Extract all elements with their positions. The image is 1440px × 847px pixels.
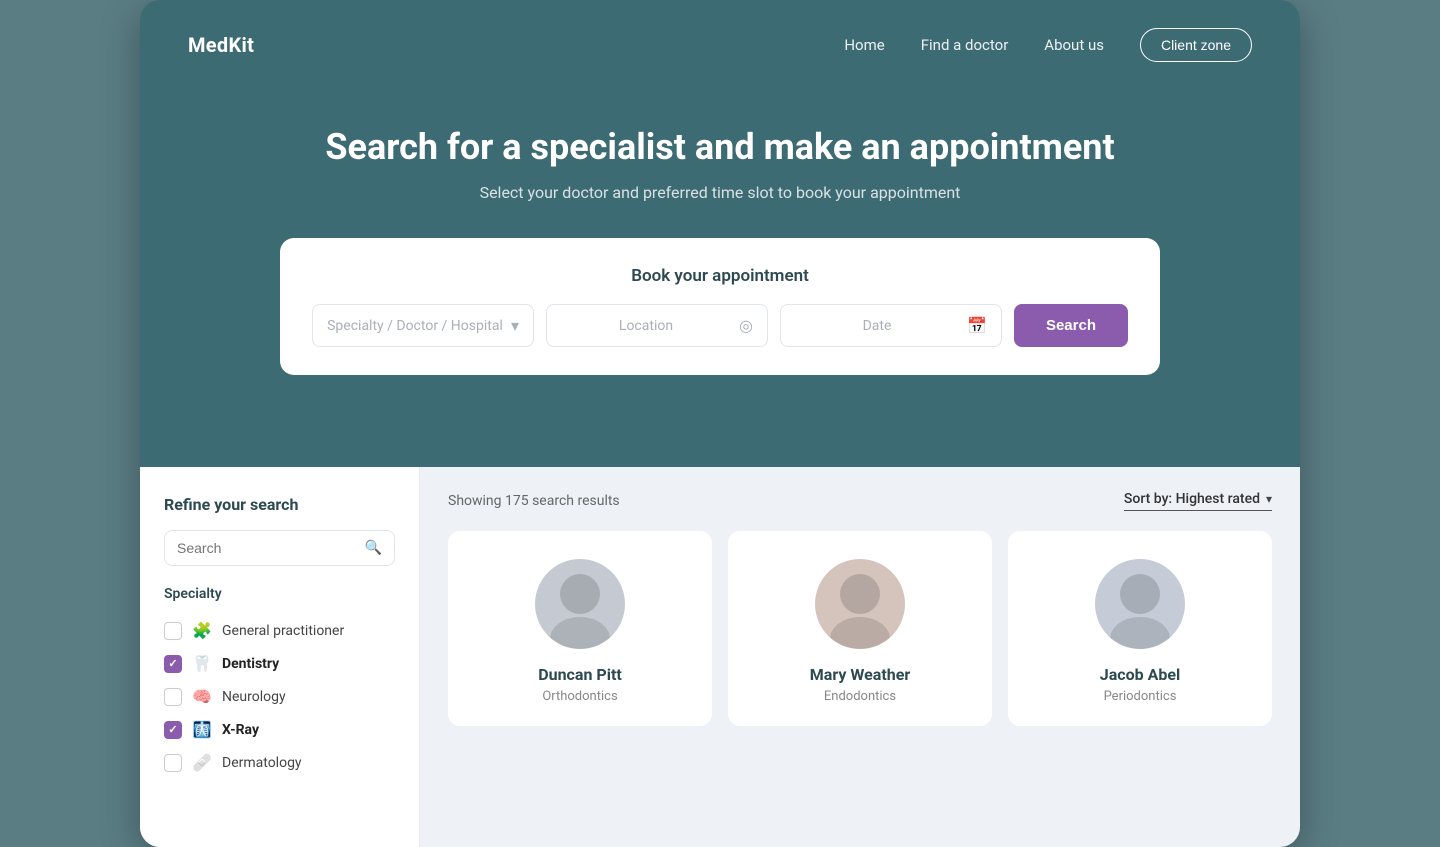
nav-about-us[interactable]: About us (1044, 36, 1104, 54)
doctor-card-2[interactable]: Mary Weather Endodontics (728, 531, 992, 726)
specialty-item-neurology[interactable]: 🧠 Neurology (164, 680, 395, 713)
specialty-icon-neurology: 🧠 (192, 687, 212, 706)
booking-card: Book your appointment Specialty / Doctor… (280, 238, 1160, 375)
doctor-name-3: Jacob Abel (1100, 665, 1180, 684)
doctor-avatar-2 (815, 559, 905, 649)
sort-dropdown[interactable]: Sort by: Highest rated ▾ (1124, 491, 1272, 511)
client-zone-button[interactable]: Client zone (1140, 28, 1252, 62)
specialty-name-dermatology: Dermatology (222, 755, 302, 771)
specialty-dropdown[interactable]: Specialty / Doctor / Hospital ▾ (312, 304, 534, 347)
checkbox-xray[interactable] (164, 721, 182, 739)
hero-title: Search for a specialist and make an appo… (188, 126, 1252, 169)
doctor-name-1: Duncan Pitt (538, 665, 622, 684)
sidebar-title: Refine your search (164, 495, 395, 514)
specialty-name-general: General practitioner (222, 623, 344, 639)
results-header: Showing 175 search results Sort by: High… (448, 491, 1272, 511)
specialty-icon-dentistry: 🦷 (192, 654, 212, 673)
search-button[interactable]: Search (1014, 304, 1128, 347)
date-input[interactable]: Date 📅 (780, 304, 1002, 347)
specialty-icon-dermatology: 🩹 (192, 753, 212, 772)
logo: MedKit (188, 33, 254, 57)
specialty-list: 🧩 General practitioner 🦷 Dentistry 🧠 Neurolog… (164, 614, 395, 779)
sidebar-search-input[interactable] (177, 540, 357, 556)
specialty-name-neurology: Neurology (222, 689, 286, 705)
specialty-icon-general: 🧩 (192, 621, 212, 640)
sort-chevron-icon: ▾ (1266, 492, 1272, 506)
doctor-card-3[interactable]: Jacob Abel Periodontics (1008, 531, 1272, 726)
doctor-specialty-2: Endodontics (824, 689, 896, 704)
location-placeholder: Location (561, 318, 731, 334)
location-icon: ◎ (739, 316, 753, 335)
doctor-avatar-1 (535, 559, 625, 649)
calendar-icon: 📅 (967, 316, 987, 335)
specialty-item-dermatology[interactable]: 🩹 Dermatology (164, 746, 395, 779)
doctor-name-2: Mary Weather (810, 665, 910, 684)
results-count: Showing 175 search results (448, 493, 620, 509)
specialty-placeholder: Specialty / Doctor / Hospital (327, 318, 503, 334)
checkbox-dermatology[interactable] (164, 754, 182, 772)
results-area: Showing 175 search results Sort by: High… (420, 467, 1300, 847)
doctor-card-1[interactable]: Duncan Pitt Orthodontics (448, 531, 712, 726)
checkbox-dentistry[interactable] (164, 655, 182, 673)
specialty-name-dentistry: Dentistry (222, 656, 279, 672)
sidebar: Refine your search 🔍 Specialty 🧩 General … (140, 467, 420, 847)
navbar: MedKit Home Find a doctor About us Clien… (188, 0, 1252, 86)
doctor-specialty-1: Orthodontics (542, 689, 617, 704)
booking-title: Book your appointment (312, 266, 1128, 286)
booking-fields: Specialty / Doctor / Hospital ▾ Location… (312, 304, 1128, 347)
checkbox-neurology[interactable] (164, 688, 182, 706)
specialty-name-xray: X-Ray (222, 722, 259, 738)
specialty-icon-xray: 🩻 (192, 720, 212, 739)
hero-section: MedKit Home Find a doctor About us Clien… (140, 0, 1300, 467)
location-input[interactable]: Location ◎ (546, 304, 768, 347)
specialty-item-dentistry[interactable]: 🦷 Dentistry (164, 647, 395, 680)
nav-home[interactable]: Home (844, 36, 884, 54)
checkbox-general[interactable] (164, 622, 182, 640)
doctor-specialty-3: Periodontics (1104, 689, 1177, 704)
hero-subtitle: Select your doctor and preferred time sl… (188, 183, 1252, 202)
sort-label: Sort by: Highest rated (1124, 491, 1260, 507)
chevron-down-icon: ▾ (511, 316, 519, 335)
doctor-avatar-3 (1095, 559, 1185, 649)
specialty-label: Specialty (164, 586, 395, 602)
search-icon: 🔍 (365, 540, 382, 556)
specialty-item-xray[interactable]: 🩻 X-Ray (164, 713, 395, 746)
nav-links: Home Find a doctor About us Client zone (844, 28, 1252, 62)
nav-find-doctor[interactable]: Find a doctor (921, 36, 1009, 54)
doctor-cards: Duncan Pitt Orthodontics Mary Weather Endo… (448, 531, 1272, 726)
specialty-item-general[interactable]: 🧩 General practitioner (164, 614, 395, 647)
sidebar-search-container[interactable]: 🔍 (164, 530, 395, 566)
hero-content: Search for a specialist and make an appo… (188, 86, 1252, 407)
main-content: Refine your search 🔍 Specialty 🧩 General … (140, 467, 1300, 847)
date-placeholder: Date (795, 318, 959, 334)
app-container: MedKit Home Find a doctor About us Clien… (140, 0, 1300, 847)
